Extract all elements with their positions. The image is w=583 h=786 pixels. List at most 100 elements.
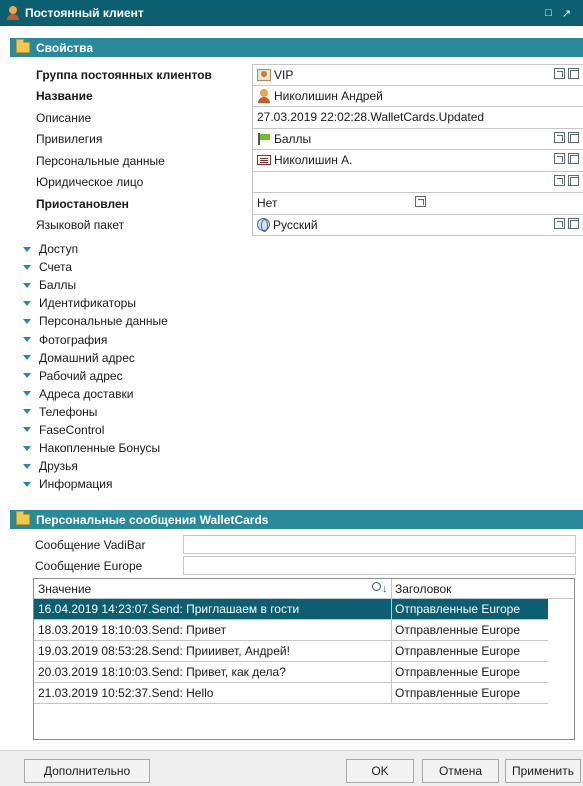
group-access[interactable]: Доступ <box>10 240 583 258</box>
language-field[interactable]: Русский <box>252 214 583 236</box>
group-field[interactable]: VIP <box>252 64 583 86</box>
table-row[interactable]: 16.04.2019 14:23:07.Send: Приглашаем в г… <box>34 599 548 620</box>
group-work-address[interactable]: Рабочий адрес <box>10 367 583 385</box>
more-button[interactable]: Дополнительно <box>24 759 150 783</box>
group-label: Идентификаторы <box>39 296 136 311</box>
open-icon[interactable] <box>554 131 565 143</box>
group-label: Персональные данные <box>39 314 168 329</box>
property-row-suspended: Приостановлен Нет <box>10 193 583 215</box>
property-label: Языковой пакет <box>36 218 125 233</box>
group-label: FaseControl <box>39 422 105 437</box>
group-personal-data[interactable]: Персональные данные <box>10 312 583 330</box>
cell-value: 16.04.2019 14:23:07.Send: Приглашаем в г… <box>34 599 392 619</box>
properties-section-header[interactable]: Свойства <box>10 38 583 57</box>
property-row-legal-entity: Юридическое лицо <box>10 171 583 193</box>
group-label: Баллы <box>39 278 77 293</box>
description-value: 27.03.2019 22:02:28.WalletCards.Updated <box>257 110 485 125</box>
cell-value: 21.03.2019 10:52:37.Send: Hello <box>34 683 392 703</box>
expand-arrow-icon <box>23 373 31 379</box>
expand-arrow-icon <box>23 300 31 306</box>
column-header-label: Значение <box>38 581 92 596</box>
group-label: Домашний адрес <box>39 350 135 365</box>
property-row-language: Языковой пакет Русский <box>10 214 583 236</box>
suspended-dropdown[interactable]: Нет <box>252 193 432 215</box>
expand-arrow-icon <box>23 445 31 451</box>
message-europe-row: Сообщение Europe <box>35 556 576 575</box>
group-identifiers[interactable]: Идентификаторы <box>10 294 583 312</box>
group-value: VIP <box>274 67 294 82</box>
table-row[interactable]: 18.03.2019 18:10:03.Send: Привет Отправл… <box>34 620 548 641</box>
property-row-description: Описание 27.03.2019 22:02:28.WalletCards… <box>10 107 583 129</box>
apply-button[interactable]: Применить <box>505 759 581 783</box>
table-row[interactable]: 20.03.2019 18:10:03.Send: Привет, как де… <box>34 662 548 683</box>
table-row[interactable]: 19.03.2019 08:53:28.Send: Прииивет, Андр… <box>34 641 548 662</box>
group-information[interactable]: Информация <box>10 475 583 493</box>
group-label: Счета <box>39 260 73 275</box>
cancel-button[interactable]: Отмена <box>422 759 499 783</box>
select-icon[interactable] <box>568 131 579 143</box>
messages-section-header[interactable]: Персональные сообщения WalletCards <box>10 510 583 529</box>
select-icon[interactable] <box>568 68 579 79</box>
group-home-address[interactable]: Домашний адрес <box>10 349 583 367</box>
personal-data-value: Николишин А. <box>274 153 353 168</box>
open-icon[interactable] <box>554 174 565 186</box>
message-vadibar-row: Сообщение VadiBar <box>35 535 576 554</box>
column-header-title[interactable]: Заголовок <box>392 579 548 598</box>
select-icon[interactable] <box>568 217 579 229</box>
group-phones[interactable]: Телефоны <box>10 403 583 421</box>
group-label: Доступ <box>39 242 79 257</box>
name-field[interactable]: Николишин Андрей <box>252 85 583 107</box>
cell-title: Отправленные Europe <box>395 644 521 658</box>
restore-window-icon[interactable]: □ <box>545 7 552 20</box>
select-icon[interactable] <box>568 174 579 186</box>
group-points[interactable]: Баллы <box>10 276 583 294</box>
legal-entity-field[interactable] <box>252 171 583 193</box>
group-delivery-addresses[interactable]: Адреса доставки <box>10 385 583 403</box>
expand-arrow-icon <box>23 318 31 324</box>
properties-grid: Группа постоянных клиентов VIP Название … <box>10 64 583 236</box>
cell-title: Отправленные Europe <box>395 686 521 700</box>
cell-title: Отправленные Europe <box>395 602 521 616</box>
group-fasecontrol[interactable]: FaseControl <box>10 421 583 439</box>
open-icon[interactable] <box>554 68 565 79</box>
cell-title: Отправленные Europe <box>395 623 521 637</box>
expand-arrow-icon <box>23 246 31 252</box>
property-label: Персональные данные <box>36 153 165 168</box>
message-vadibar-input[interactable] <box>183 535 576 554</box>
property-label: Группа постоянных клиентов <box>36 67 212 82</box>
expand-arrow-icon <box>23 391 31 397</box>
table-row[interactable]: 21.03.2019 10:52:37.Send: Hello Отправле… <box>34 683 548 704</box>
group-label: Друзья <box>39 459 78 474</box>
property-label: Название <box>36 89 93 104</box>
ok-button[interactable]: OK <box>346 759 414 783</box>
card-icon <box>257 155 271 166</box>
messages-table: Значение ↓ Заголовок 16.04.2019 14:23:07… <box>33 578 575 740</box>
folder-icon <box>16 39 30 53</box>
privilege-field[interactable]: Баллы <box>252 128 583 150</box>
globe-icon <box>257 218 270 233</box>
property-label: Приостановлен <box>36 196 129 211</box>
expand-arrow-icon <box>23 463 31 469</box>
group-photo[interactable]: Фотография <box>10 330 583 348</box>
search-sort-icon[interactable]: ↓ <box>372 582 388 596</box>
group-bonuses[interactable]: Накопленные Бонусы <box>10 439 583 457</box>
open-icon[interactable] <box>554 217 565 229</box>
open-icon[interactable] <box>554 153 565 164</box>
description-field[interactable]: 27.03.2019 22:02:28.WalletCards.Updated <box>252 107 583 129</box>
property-label: Описание <box>36 110 92 125</box>
select-icon[interactable] <box>568 153 579 164</box>
message-europe-input[interactable] <box>183 556 576 575</box>
group-list: Доступ Счета Баллы Идентификаторы Персон… <box>10 240 583 493</box>
personal-data-field[interactable]: Николишин А. <box>252 150 583 172</box>
group-friends[interactable]: Друзья <box>10 457 583 475</box>
dropdown-icon[interactable] <box>415 196 426 207</box>
column-header-value[interactable]: Значение ↓ <box>34 579 392 598</box>
name-value: Николишин Андрей <box>274 88 383 103</box>
person-icon <box>257 88 271 103</box>
property-row-name: Название Николишин Андрей <box>10 85 583 107</box>
expand-arrow-icon <box>23 337 31 343</box>
customer-icon <box>6 6 20 20</box>
group-accounts[interactable]: Счета <box>10 258 583 276</box>
property-row-privilege: Привилегия Баллы <box>10 128 583 150</box>
expand-window-icon[interactable]: ↗ <box>562 7 571 20</box>
